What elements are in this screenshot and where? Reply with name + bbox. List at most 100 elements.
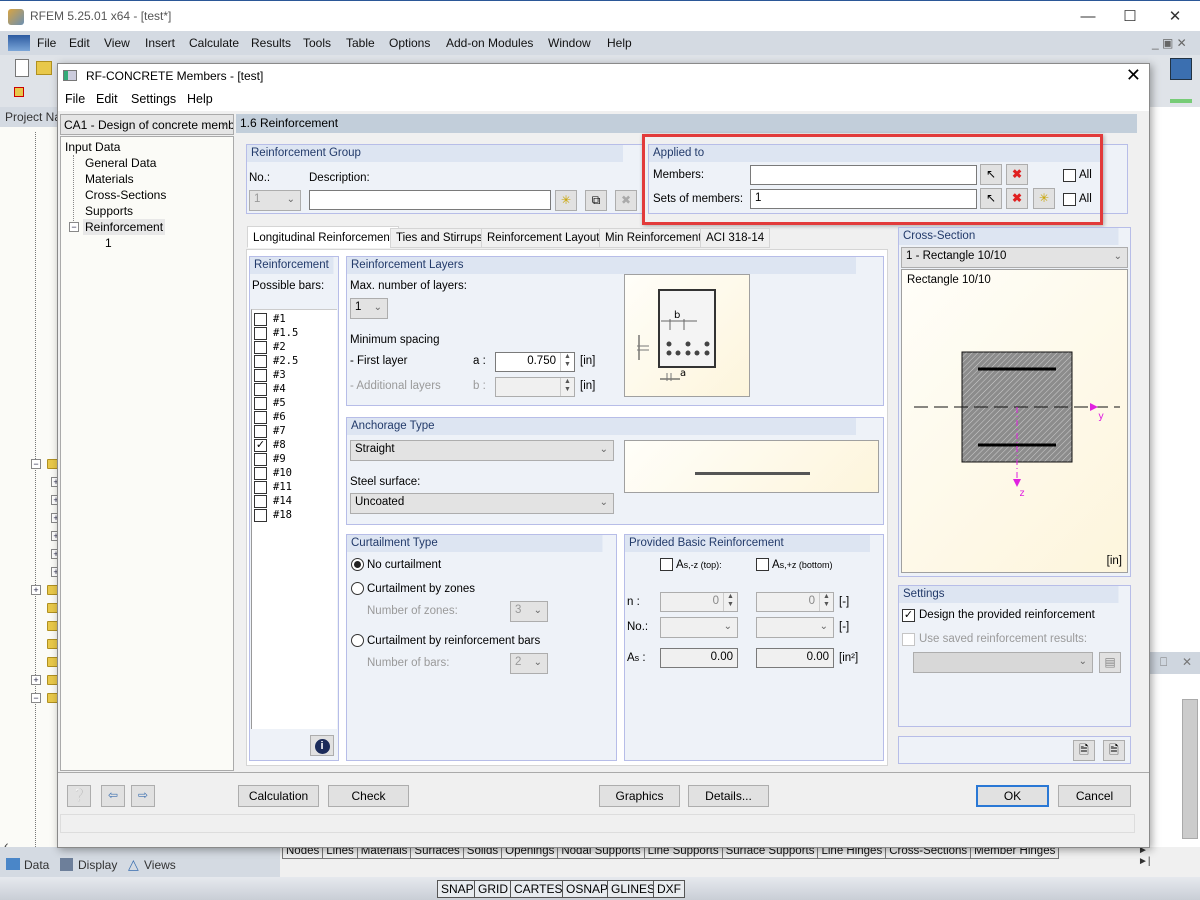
graphics-button[interactable]: Graphics [599,785,680,807]
toolbar-dimension-icon[interactable] [1170,85,1192,103]
anchorage-type-select[interactable]: Straight ⌄ [350,440,614,461]
vertical-scrollbar[interactable] [1182,699,1198,839]
cancel-button[interactable]: Cancel [1058,785,1131,807]
bar-checkbox[interactable]: ✓ [254,439,267,452]
no-curtailment-radio[interactable] [351,558,364,571]
open-folder-icon[interactable] [36,61,52,75]
menu-options[interactable]: Options [389,36,430,50]
bar-checkbox[interactable] [254,383,267,396]
info-button[interactable]: i [310,735,334,756]
bar-checkbox[interactable] [254,425,267,438]
new-group-button[interactable]: ✳ [555,190,577,211]
first-layer-input[interactable]: 0.750 ▲ ▼ [495,352,575,372]
menu-insert[interactable]: Insert [145,36,175,50]
close-panel-icon[interactable]: ✕ [1182,655,1192,669]
tab-min-reinforcement[interactable]: Min Reinforcement [599,228,708,248]
tree-input-data[interactable]: Input Data [65,140,120,154]
bar-checkbox[interactable] [254,495,267,508]
export-button-1[interactable]: 🗎 [1073,740,1095,761]
spinner-icon[interactable]: ▲ ▼ [723,593,737,611]
n-top-input[interactable]: 0 ▲ ▼ [660,592,738,612]
tab-ties-and-stirrups[interactable]: Ties and Stirrups [390,228,489,248]
as-bottom-input[interactable]: 0.00 [756,648,834,668]
bar-checkbox[interactable] [254,481,267,494]
close-app-button[interactable]: ✕ [1155,5,1195,29]
app-menu-icon[interactable] [8,35,30,51]
status-dxf[interactable]: DXF [653,880,685,898]
menu-file[interactable]: File [37,36,56,50]
previous-button[interactable]: ⇦ [101,785,125,807]
help-button[interactable]: ❔ [67,785,91,807]
saved-results-select[interactable]: ⌄ [913,652,1093,673]
new-file-icon[interactable] [15,59,29,77]
design-provided-checkbox[interactable]: ✓ [902,609,915,622]
dialog-menu-settings[interactable]: Settings [131,92,176,106]
cross-section-select[interactable]: 1 - Rectangle 10/10 ⌄ [901,247,1128,268]
dialog-menu-help[interactable]: Help [187,92,213,106]
next-button[interactable]: ⇨ [131,785,155,807]
menu-edit[interactable]: Edit [69,36,90,50]
bar-checkbox[interactable] [254,327,267,340]
tree-collapse-icon[interactable]: − [69,222,79,232]
tab-aci-318-14[interactable]: ACI 318-14 [700,228,771,248]
dialog-menu-edit[interactable]: Edit [96,92,118,106]
tree-expand-icon[interactable]: + [31,585,41,595]
status-glines[interactable]: GLINES [607,880,660,898]
number-of-bars-select[interactable]: 2 ⌄ [510,653,548,674]
menu-table[interactable]: Table [346,36,375,50]
menu-window[interactable]: Window [548,36,591,50]
details-button[interactable]: Details... [688,785,769,807]
check-button[interactable]: Check [328,785,409,807]
additional-layers-input[interactable]: ▲ ▼ [495,377,575,397]
toolbar-node-icon[interactable] [14,87,24,97]
dialog-close-button[interactable]: ✕ [1126,66,1141,84]
as-bottom-checkbox[interactable] [756,558,769,571]
number-of-zones-select[interactable]: 3 ⌄ [510,601,548,622]
max-layers-select[interactable]: 1 ⌄ [350,298,388,319]
bar-checkbox[interactable] [254,369,267,382]
nav-tab-views[interactable]: Views [144,858,176,872]
tree-reinforcement[interactable]: Reinforcement [83,219,166,235]
ok-button[interactable]: OK [976,785,1049,807]
nav-tab-data[interactable]: Data [24,858,49,872]
bar-checkbox[interactable] [254,411,267,424]
tree-reinforcement-1[interactable]: 1 [105,236,112,250]
bar-checkbox[interactable] [254,397,267,410]
use-saved-checkbox[interactable] [902,633,915,646]
tab-scroll-arrows[interactable]: ► ►| [1138,845,1151,867]
mdi-controls[interactable]: _ ▣ ✕ [1152,36,1187,50]
bar-checkbox[interactable] [254,453,267,466]
bar-checkbox[interactable] [254,313,267,326]
tree-general-data[interactable]: General Data [85,156,156,170]
spinner-icon[interactable]: ▲ ▼ [560,378,574,396]
tab-reinforcement-layout[interactable]: Reinforcement Layout [481,228,606,248]
menu-results[interactable]: Results [251,36,291,50]
nav-tab-display[interactable]: Display [78,858,117,872]
tree-collapse-icon[interactable]: − [31,459,41,469]
menu-addon-modules[interactable]: Add-on Modules [446,36,533,50]
tree-cross-sections[interactable]: Cross-Sections [85,188,166,202]
export-button-2[interactable]: 🗎 [1103,740,1125,761]
spinner-icon[interactable]: ▲ ▼ [560,353,574,371]
n-bottom-input[interactable]: 0 ▲ ▼ [756,592,834,612]
tab-longitudinal-reinforcement[interactable]: Longitudinal Reinforcement [247,226,400,248]
bar-checkbox[interactable] [254,509,267,522]
menu-view[interactable]: View [104,36,130,50]
curtailment-bars-radio[interactable] [351,634,364,647]
menu-help[interactable]: Help [607,36,632,50]
tree-expand-icon[interactable]: + [31,675,41,685]
tree-supports[interactable]: Supports [85,204,133,218]
status-osnap[interactable]: OSNAP [562,880,613,898]
steel-surface-select[interactable]: Uncoated ⌄ [350,493,614,514]
dialog-menu-file[interactable]: File [65,92,85,106]
calculation-button[interactable]: Calculation [238,785,319,807]
as-top-checkbox[interactable] [660,558,673,571]
status-cartes[interactable]: CARTES [510,880,567,898]
description-input[interactable] [309,190,551,210]
spinner-icon[interactable]: ▲ ▼ [819,593,833,611]
status-snap[interactable]: SNAP [437,880,478,898]
status-grid[interactable]: GRID [474,880,512,898]
menu-calculate[interactable]: Calculate [189,36,239,50]
toolbar-view-icon[interactable] [1170,58,1192,80]
bar-checkbox[interactable] [254,355,267,368]
